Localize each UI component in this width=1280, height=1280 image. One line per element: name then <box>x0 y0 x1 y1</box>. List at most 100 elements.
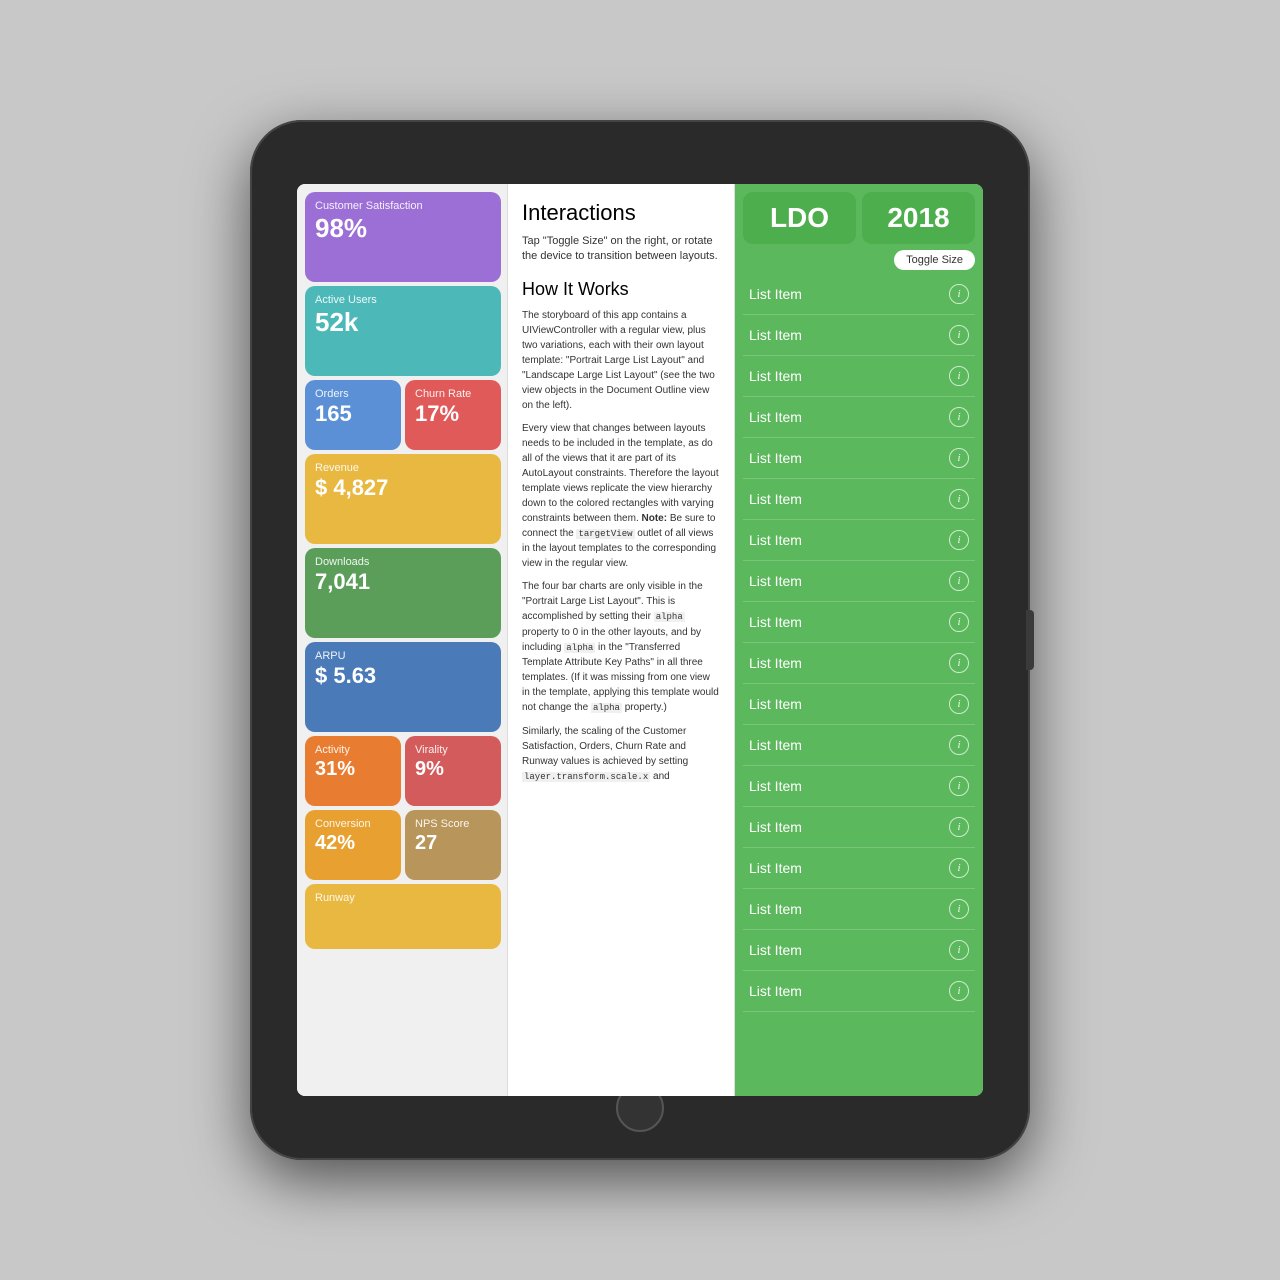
list-item-text: List Item <box>749 532 802 548</box>
info-icon[interactable]: i <box>949 817 969 837</box>
how-it-works-title: How It Works <box>522 279 720 300</box>
metric-row-orders-churn: Orders 165 Churn Rate 17% <box>305 380 501 450</box>
card-value: 9% <box>415 758 491 780</box>
tablet-side-button[interactable] <box>1026 610 1034 670</box>
list-item-text: List Item <box>749 696 802 712</box>
card-value: 52k <box>315 308 491 337</box>
list-item: List Item i <box>743 848 975 889</box>
info-icon[interactable]: i <box>949 325 969 345</box>
card-orders: Orders 165 <box>305 380 401 450</box>
list-scroll[interactable]: List Item i List Item i List Item i List Item i… <box>735 274 983 1096</box>
right-panel-header: LDO 2018 <box>735 184 983 244</box>
card-downloads: Downloads 7,041 <box>305 548 501 638</box>
list-item-text: List Item <box>749 819 802 835</box>
card-value: 98% <box>315 214 491 243</box>
card-value: $ 5.63 <box>315 664 491 688</box>
card-value: 17% <box>415 402 491 426</box>
right-panel: LDO 2018 Toggle Size List ItemiList Item… <box>735 184 983 1096</box>
info-icon[interactable]: i <box>949 612 969 632</box>
card-conversion: Conversion 42% <box>305 810 401 880</box>
card-value: 31% <box>315 758 391 780</box>
card-label: ARPU <box>315 650 491 662</box>
list-item: List Item i <box>743 274 975 315</box>
card-label: Activity <box>315 744 391 756</box>
list-item-text: List Item <box>749 614 802 630</box>
card-label: Active Users <box>315 294 491 306</box>
card-label: Customer Satisfaction <box>315 200 491 212</box>
card-runway: Runway <box>305 884 501 949</box>
list-item: List Item i <box>743 684 975 725</box>
interactions-description: Tap "Toggle Size" on the right, or rotat… <box>522 234 720 265</box>
info-icon[interactable]: i <box>949 858 969 878</box>
list-item: List Item i <box>743 725 975 766</box>
info-icon[interactable]: i <box>949 653 969 673</box>
card-value: 7,041 <box>315 570 491 594</box>
info-icon[interactable]: i <box>949 489 969 509</box>
middle-panel: Interactions Tap "Toggle Size" on the ri… <box>507 184 735 1096</box>
tablet-device: Customer Satisfaction 98% Active Users 5… <box>250 120 1030 1160</box>
card-active-users: Active Users 52k <box>305 286 501 376</box>
list-item-text: List Item <box>749 942 802 958</box>
info-icon[interactable]: i <box>949 366 969 386</box>
card-nps-score: NPS Score 27 <box>405 810 501 880</box>
how-it-works-body: The storyboard of this app contains a UI… <box>522 308 720 785</box>
badge-year: 2018 <box>862 192 975 244</box>
left-panel: Customer Satisfaction 98% Active Users 5… <box>297 184 507 1096</box>
list-item: List Item i <box>743 889 975 930</box>
interactions-title: Interactions <box>522 200 720 226</box>
list-item: List Item i <box>743 807 975 848</box>
toggle-size-button[interactable]: Toggle Size <box>894 250 975 270</box>
list-item-text: List Item <box>749 368 802 384</box>
card-value: 27 <box>415 832 491 854</box>
card-label: Churn Rate <box>415 388 491 400</box>
list-item-text: List Item <box>749 778 802 794</box>
info-icon[interactable]: i <box>949 407 969 427</box>
list-item-text: List Item <box>749 737 802 753</box>
info-icon[interactable]: i <box>949 776 969 796</box>
card-label: Conversion <box>315 818 391 830</box>
list-item: List Item i <box>743 438 975 479</box>
list-item-text: List Item <box>749 491 802 507</box>
card-value: 165 <box>315 402 391 426</box>
list-item-text: List Item <box>749 573 802 589</box>
list-item-text: List Item <box>749 450 802 466</box>
list-item: List Item i <box>743 520 975 561</box>
info-icon[interactable]: i <box>949 735 969 755</box>
card-label: NPS Score <box>415 818 491 830</box>
list-item: List Item i <box>743 479 975 520</box>
list-item-text: List Item <box>749 409 802 425</box>
info-icon[interactable]: i <box>949 571 969 591</box>
card-activity: Activity 31% <box>305 736 401 806</box>
info-icon[interactable]: i <box>949 981 969 1001</box>
list-item: List Item i <box>743 602 975 643</box>
info-icon[interactable]: i <box>949 940 969 960</box>
card-label: Runway <box>315 892 491 904</box>
info-icon[interactable]: i <box>949 284 969 304</box>
list-item: List Item i <box>743 766 975 807</box>
list-item: List Item i <box>743 930 975 971</box>
tablet-screen: Customer Satisfaction 98% Active Users 5… <box>297 184 983 1096</box>
info-icon[interactable]: i <box>949 899 969 919</box>
card-revenue: Revenue $ 4,827 <box>305 454 501 544</box>
list-item: List Item i <box>743 971 975 1012</box>
list-item: List Item i <box>743 315 975 356</box>
list-item: List Item i <box>743 356 975 397</box>
badge-ldo: LDO <box>743 192 856 244</box>
info-icon[interactable]: i <box>949 448 969 468</box>
metric-row-activity-virality: Activity 31% Virality 9% <box>305 736 501 806</box>
info-icon[interactable]: i <box>949 530 969 550</box>
list-item-text: List Item <box>749 860 802 876</box>
info-icon[interactable]: i <box>949 694 969 714</box>
list-item: List Item i <box>743 561 975 602</box>
list-item: List Item i <box>743 397 975 438</box>
card-label: Downloads <box>315 556 491 568</box>
list-item-text: List Item <box>749 327 802 343</box>
list-item-text: List Item <box>749 983 802 999</box>
list-item-text: List Item <box>749 286 802 302</box>
card-label: Virality <box>415 744 491 756</box>
card-churn-rate: Churn Rate 17% <box>405 380 501 450</box>
card-value: 42% <box>315 832 391 854</box>
list-item-text: List Item <box>749 901 802 917</box>
card-customer-satisfaction: Customer Satisfaction 98% <box>305 192 501 282</box>
list-item: List Itemi <box>743 643 975 684</box>
